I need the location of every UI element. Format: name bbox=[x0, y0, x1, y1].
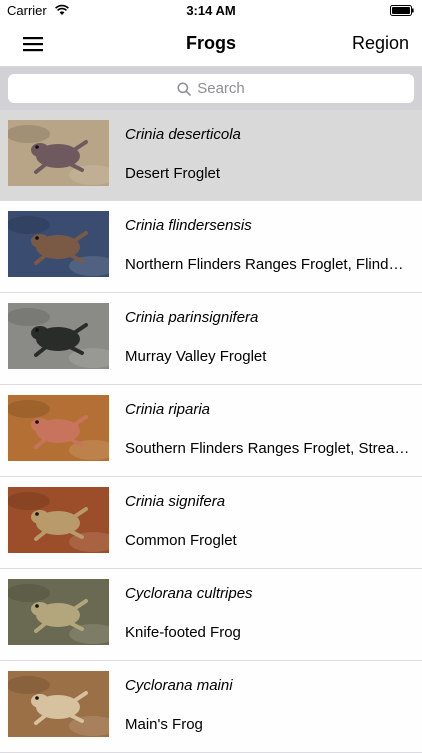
battery-icon bbox=[390, 5, 414, 16]
list-item[interactable]: Crinia flindersensis Northern Flinders Ra… bbox=[0, 201, 422, 293]
status-time: 3:14 AM bbox=[186, 3, 236, 18]
common-name: Northern Flinders Ranges Froglet, Flinde… bbox=[125, 256, 410, 273]
common-name: Murray Valley Froglet bbox=[125, 348, 267, 365]
search-bar: Search bbox=[0, 67, 422, 110]
common-name: Southern Flinders Ranges Froglet, Stream… bbox=[125, 440, 410, 457]
frog-thumbnail-image bbox=[8, 120, 109, 186]
search-icon bbox=[177, 81, 192, 96]
frog-thumbnail-image bbox=[8, 303, 109, 369]
search-placeholder: Search bbox=[197, 80, 245, 97]
scientific-name: Crinia signifera bbox=[125, 493, 226, 510]
list-item[interactable]: Crinia parinsignifera Murray Valley Frogl… bbox=[0, 293, 422, 385]
scientific-name: Crinia deserticola bbox=[125, 126, 241, 143]
frog-thumbnail-image bbox=[8, 487, 109, 553]
common-name: Desert Froglet bbox=[125, 165, 221, 182]
region-button[interactable]: Region bbox=[352, 33, 409, 54]
list-item[interactable]: Crinia deserticola Desert Froglet bbox=[0, 110, 422, 201]
frog-thumbnail-image bbox=[8, 395, 109, 461]
common-name: Common Froglet bbox=[125, 532, 237, 549]
frog-list: Crinia deserticola Desert Froglet Crinia f… bbox=[0, 110, 422, 753]
scientific-name: Crinia parinsignifera bbox=[125, 309, 259, 326]
status-bar: Carrier 3:14 AM bbox=[0, 0, 422, 22]
scientific-name: Crinia flindersensis bbox=[125, 217, 252, 234]
list-item[interactable]: Crinia riparia Southern Flinders Ranges F… bbox=[0, 385, 422, 477]
search-input[interactable]: Search bbox=[8, 74, 414, 103]
scientific-name: Cyclorana maini bbox=[125, 677, 233, 694]
list-item[interactable]: Cyclorana maini Main's Frog bbox=[0, 661, 422, 753]
frog-thumbnail-image bbox=[8, 211, 109, 277]
common-name: Main's Frog bbox=[125, 716, 203, 733]
scientific-name: Crinia riparia bbox=[125, 401, 211, 418]
common-name: Knife-footed Frog bbox=[125, 624, 241, 641]
frog-thumbnail-image bbox=[8, 579, 109, 645]
frog-thumbnail-image bbox=[8, 671, 109, 737]
navigation-bar: Frogs Region bbox=[0, 22, 422, 67]
list-item[interactable]: Cyclorana cultripes Knife-footed Frog bbox=[0, 569, 422, 661]
list-item[interactable]: Crinia signifera Common Froglet bbox=[0, 477, 422, 569]
scientific-name: Cyclorana cultripes bbox=[125, 585, 253, 602]
